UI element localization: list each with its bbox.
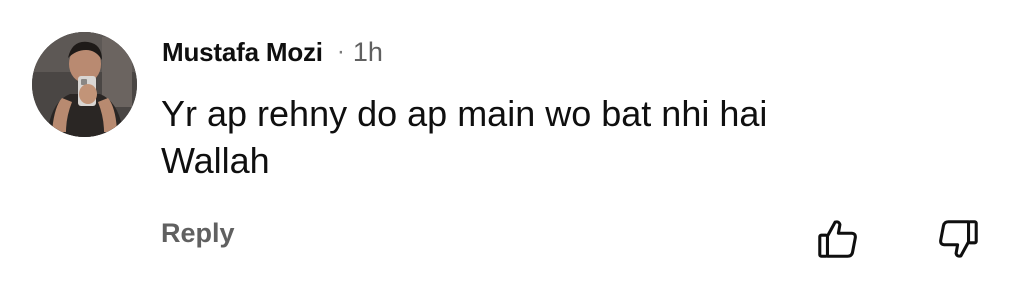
comment-timestamp[interactable]: 1h <box>353 37 383 68</box>
thumbs-up-icon[interactable] <box>815 216 861 262</box>
comment-text-line: Yr ap rehny do ap main wo bat nhi hai <box>161 93 768 134</box>
comment-text: Yr ap rehny do ap main wo bat nhi hai Wa… <box>161 90 881 184</box>
comment-item: Mustafa Mozi · 1h Yr ap rehny do ap main… <box>0 0 1024 301</box>
reply-button[interactable]: Reply <box>161 218 235 249</box>
comment-header: Mustafa Mozi · 1h <box>162 34 383 70</box>
avatar[interactable] <box>32 32 137 137</box>
avatar-image <box>32 32 137 137</box>
thumbs-down-icon[interactable] <box>935 216 981 262</box>
author-name[interactable]: Mustafa Mozi <box>162 37 323 68</box>
comment-text-line: Wallah <box>161 140 270 181</box>
separator-dot: · <box>336 38 345 65</box>
